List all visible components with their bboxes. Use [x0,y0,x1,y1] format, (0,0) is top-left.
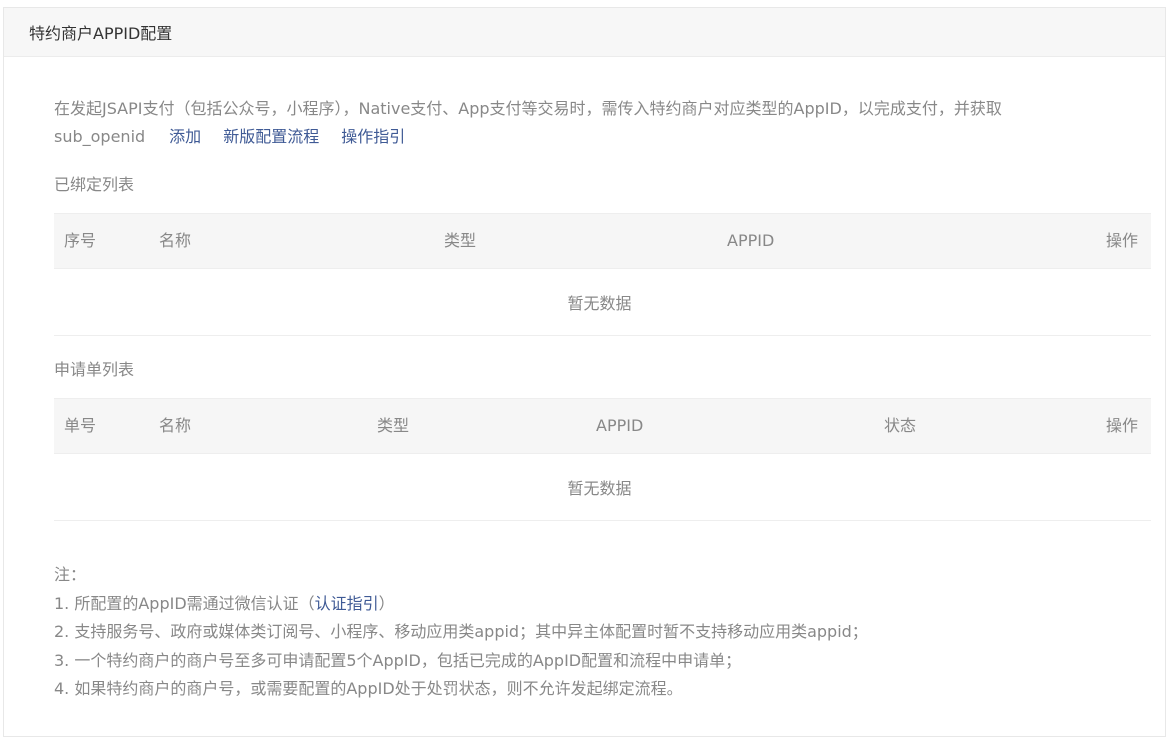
bound-col-appid: APPID [727,231,775,250]
notes: 注： 1. 所配置的AppID需通过微信认证（认证指引） 2. 支持服务号、政府… [54,561,1151,704]
bound-col-type: 类型 [444,231,477,250]
bound-col-index: 序号 [64,231,97,250]
application-list-table: 单号 名称 类型 APPID 状态 操作 暂无数据 [54,398,1151,521]
panel-content: 在发起JSAPI支付（包括公众号，小程序），Native支付、App支付等交易时… [54,57,1151,704]
bound-list-empty: 暂无数据 [567,294,632,313]
add-link[interactable]: 添加 [169,127,201,146]
intro-text: 在发起JSAPI支付（包括公众号，小程序），Native支付、App支付等交易时… [54,95,1151,151]
application-list-header: 单号 名称 类型 APPID 状态 操作 [54,398,1151,453]
bound-col-name: 名称 [159,231,192,250]
note-item-1-suffix: ） [378,593,395,613]
operation-guide-link[interactable]: 操作指引 [341,127,405,146]
note-item-3: 3. 一个特约商户的商户号至多可申请配置5个AppID，包括已完成的AppID配… [54,650,742,670]
note-item-2: 2. 支持服务号、政府或媒体类订阅号、小程序、移动应用类appid；其中异主体配… [54,622,868,641]
bound-list-header: 序号 名称 类型 APPID 操作 [54,213,1151,268]
app-col-action: 操作 [1105,416,1138,435]
app-col-type: 类型 [377,416,410,435]
app-col-number: 单号 [64,416,97,435]
application-list-empty: 暂无数据 [567,479,632,498]
note-item-1-prefix: 1. 所配置的AppID需通过微信认证（ [54,593,315,613]
new-config-flow-link[interactable]: 新版配置流程 [223,127,319,146]
certification-guide-link[interactable]: 认证指引 [315,594,379,613]
bound-col-action: 操作 [1105,231,1138,250]
app-col-name: 名称 [159,416,192,435]
note-item-1: 1. 所配置的AppID需通过微信认证（认证指引） [54,590,1151,619]
bound-list-body: 暂无数据 [54,268,1151,336]
bound-list-title: 已绑定列表 [54,175,135,194]
appid-config-panel: 特约商户APPID配置 在发起JSAPI支付（包括公众号，小程序），Native… [3,7,1166,737]
notes-heading: 注： [54,565,87,584]
app-col-appid: APPID [596,416,644,435]
intro-line-1: 在发起JSAPI支付（包括公众号，小程序），Native支付、App支付等交易时… [54,99,1002,118]
intro-line-2: sub_openid 添加 新版配置流程 操作指引 [54,123,1151,151]
application-list-body: 暂无数据 [54,453,1151,521]
intro-sub-openid: sub_openid [54,127,146,146]
note-item-4: 4. 如果特约商户的商户号，或需要配置的AppID处于处罚状态，则不允许发起绑定… [54,679,683,698]
panel-title: 特约商户APPID配置 [29,24,173,43]
bound-list-table: 序号 名称 类型 APPID 操作 暂无数据 [54,213,1151,336]
app-col-status: 状态 [884,416,917,435]
panel-header: 特约商户APPID配置 [4,8,1165,57]
application-list-title: 申请单列表 [54,360,135,379]
